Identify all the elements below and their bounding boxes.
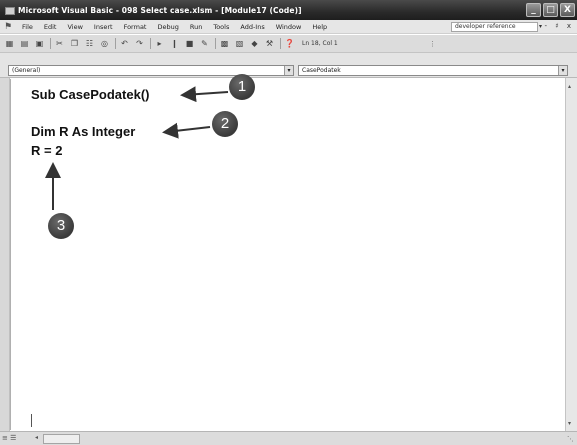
arrow-2: [162, 122, 211, 139]
callout-2: 2: [212, 111, 238, 137]
callout-3: 3: [48, 213, 74, 239]
callout-arrows: [45, 86, 229, 210]
callout-1: 1: [229, 74, 255, 100]
arrow-1: [180, 86, 229, 103]
